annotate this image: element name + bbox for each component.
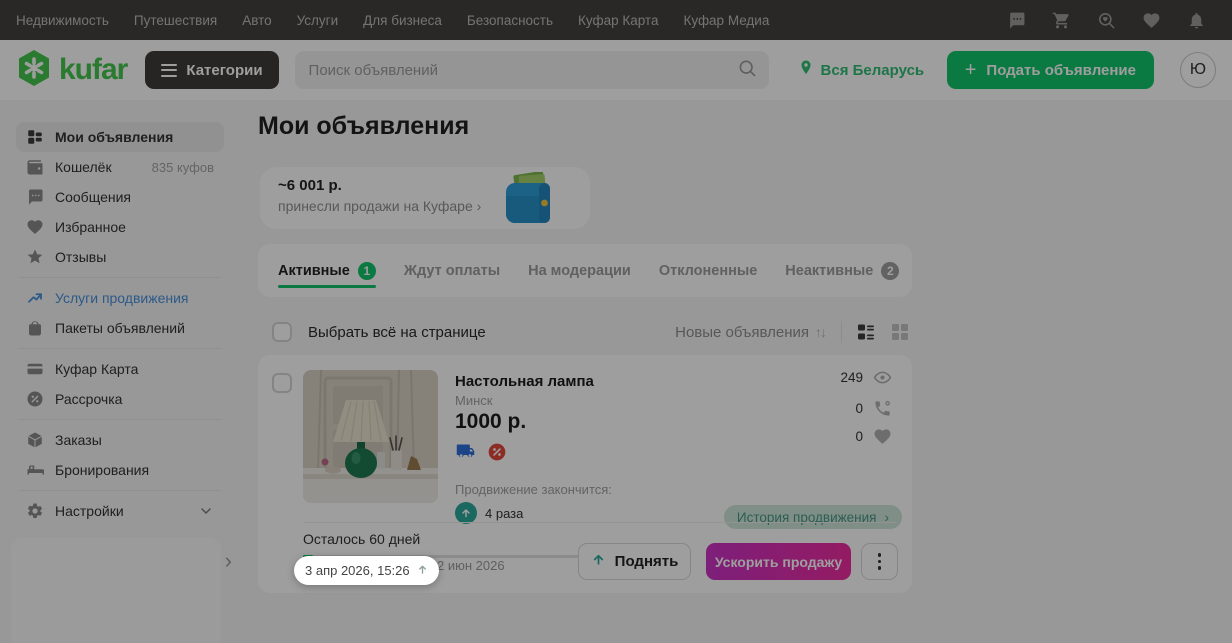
- listing-start-date-highlight: 3 апр 2026, 15:26: [294, 556, 439, 585]
- kufar-my-listings-page: Недвижимость Путешествия Авто Услуги Для…: [0, 0, 1232, 643]
- dim-overlay[interactable]: [0, 0, 1232, 643]
- raised-arrow-icon: [417, 562, 428, 580]
- listing-start-date: 3 апр 2026, 15:26: [305, 563, 410, 578]
